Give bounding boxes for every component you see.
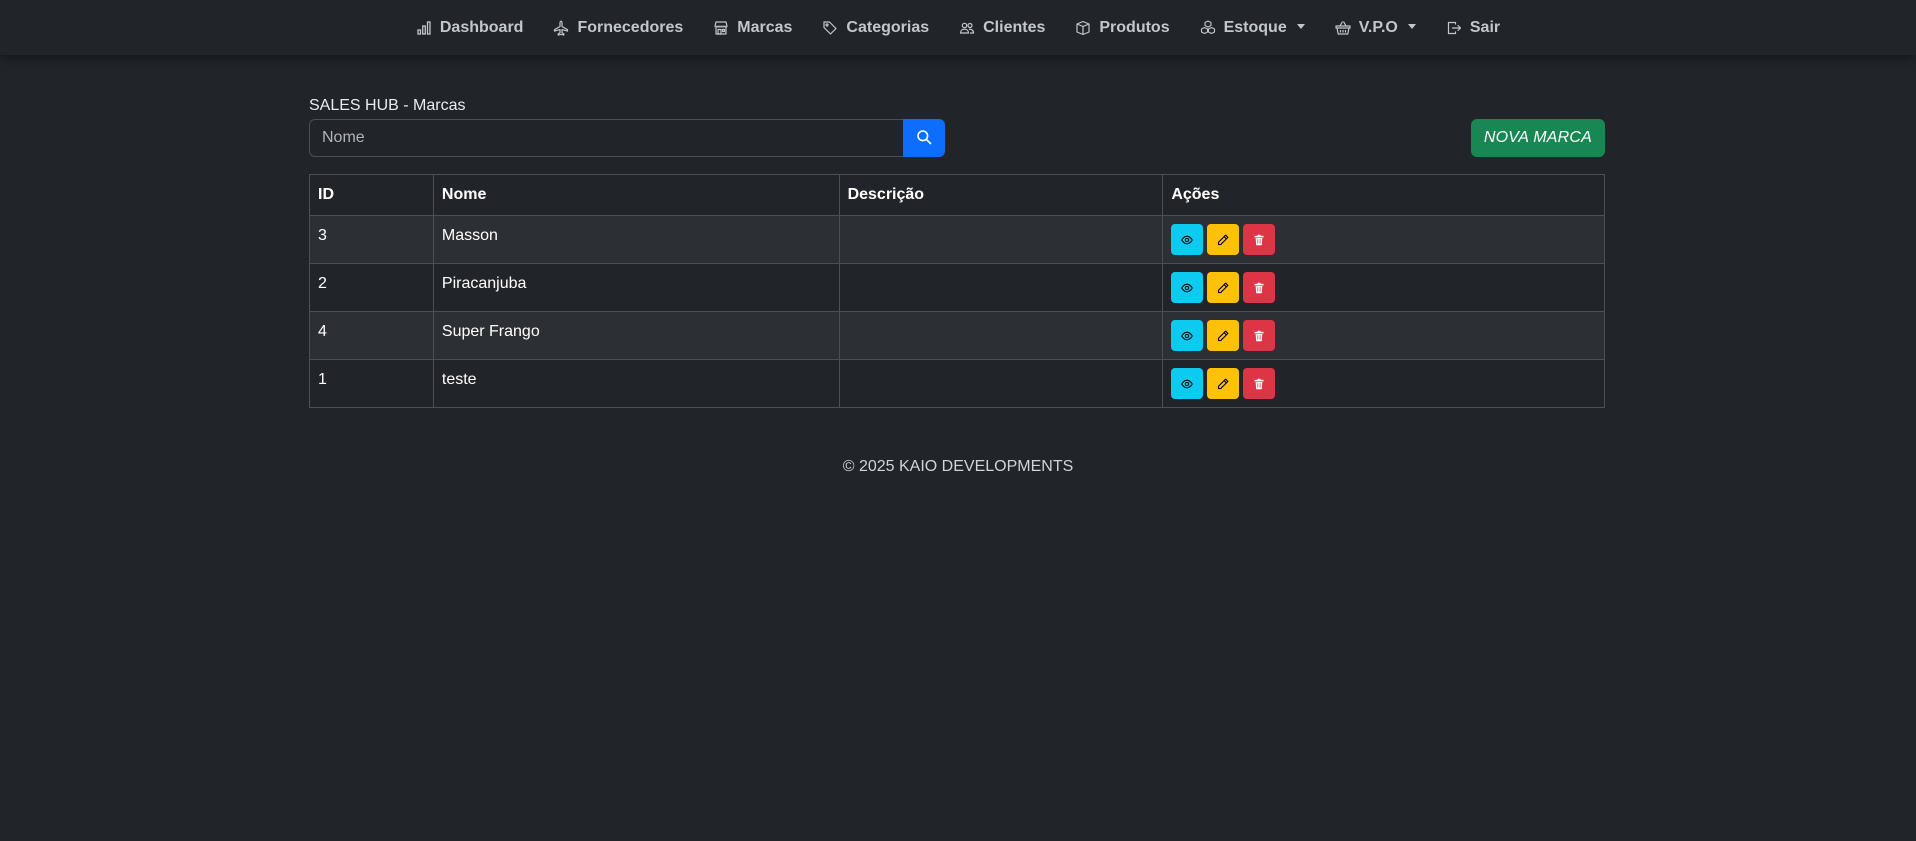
delete-button[interactable] xyxy=(1243,368,1276,399)
trash-icon xyxy=(1253,282,1265,294)
shop-icon xyxy=(713,20,729,36)
cell-actions xyxy=(1162,311,1605,360)
table-header: ID Nome Descrição Ações xyxy=(309,174,1605,216)
eye-icon xyxy=(1181,330,1194,342)
main-content: SALES HUB - Marcas NOVA MARCA ID Nome De… xyxy=(309,95,1605,408)
trash-icon xyxy=(1253,234,1265,246)
basket-icon xyxy=(1335,20,1351,36)
search-button[interactable] xyxy=(903,119,945,157)
nav-item-marcas[interactable]: Marcas xyxy=(698,19,807,37)
footer-copyright: © 2025 KAIO DEVELOPMENTS xyxy=(842,458,1074,475)
cell-id: 3 xyxy=(309,215,434,264)
cell-descricao xyxy=(838,215,1164,264)
nav-label: Categorias xyxy=(846,18,930,36)
edit-button[interactable] xyxy=(1207,272,1240,303)
cell-actions xyxy=(1162,215,1605,264)
nav-label: Dashboard xyxy=(439,18,524,36)
delete-button[interactable] xyxy=(1243,272,1276,303)
nav-label: Fornecedores xyxy=(577,18,684,36)
pencil-icon xyxy=(1217,378,1229,390)
cell-nome: teste xyxy=(432,359,840,408)
page-title: SALES HUB - Marcas xyxy=(309,97,466,114)
cell-id: 2 xyxy=(309,263,434,312)
box-icon xyxy=(1075,20,1091,36)
column-header-id[interactable]: ID xyxy=(309,174,434,216)
cell-actions xyxy=(1162,359,1605,408)
table-row: 1 teste xyxy=(309,359,1605,408)
row-actions xyxy=(1171,272,1596,303)
caret-down-icon xyxy=(1407,24,1416,29)
nav-label: Estoque xyxy=(1223,18,1287,36)
view-button[interactable] xyxy=(1171,368,1204,399)
people-icon xyxy=(959,20,975,36)
edit-button[interactable] xyxy=(1207,224,1240,255)
toolbar: NOVA MARCA xyxy=(309,119,1605,157)
nav-item-clientes[interactable]: Clientes xyxy=(944,19,1060,37)
column-header-acoes: Ações xyxy=(1162,174,1605,216)
caret-down-icon xyxy=(1296,24,1305,29)
cell-descricao xyxy=(838,359,1164,408)
cell-descricao xyxy=(838,311,1164,360)
cell-id: 4 xyxy=(309,311,434,360)
row-actions xyxy=(1171,368,1596,399)
eye-icon xyxy=(1181,282,1194,294)
delete-button[interactable] xyxy=(1243,224,1276,255)
nav-item-categorias[interactable]: Categorias xyxy=(807,19,944,37)
view-button[interactable] xyxy=(1171,272,1204,303)
nav-label: Marcas xyxy=(737,18,793,36)
table-row: 4 Super Frango xyxy=(309,311,1605,360)
search-icon xyxy=(916,129,932,148)
cell-nome: Piracanjuba xyxy=(432,263,840,312)
table-body: 3 Masson 2 Piracanjuba 4 Super Frango 1 … xyxy=(309,215,1605,408)
trash-icon xyxy=(1253,330,1265,342)
cell-actions xyxy=(1162,263,1605,312)
table-row: 3 Masson xyxy=(309,215,1605,264)
nav-item-vpo[interactable]: V.P.O xyxy=(1320,19,1431,37)
nav-label: Clientes xyxy=(983,18,1046,36)
nav-item-fornecedores[interactable]: Fornecedores xyxy=(538,19,698,37)
trash-icon xyxy=(1253,378,1265,390)
edit-button[interactable] xyxy=(1207,320,1240,351)
pencil-icon xyxy=(1217,282,1229,294)
box-arrow-right-icon xyxy=(1446,20,1462,36)
eye-icon xyxy=(1181,234,1194,246)
cell-nome: Masson xyxy=(432,215,840,264)
cell-nome: Super Frango xyxy=(432,311,840,360)
nav-item-estoque[interactable]: Estoque xyxy=(1185,19,1320,37)
nav-list: Dashboard Fornecedores Marcas Categorias… xyxy=(401,19,1515,37)
nav-item-dashboard[interactable]: Dashboard xyxy=(401,19,539,37)
top-navbar: Dashboard Fornecedores Marcas Categorias… xyxy=(0,0,1916,55)
nav-label: V.P.O xyxy=(1358,18,1398,36)
bar-chart-icon xyxy=(416,20,432,36)
nav-item-sair[interactable]: Sair xyxy=(1431,19,1515,37)
tags-icon xyxy=(822,20,838,36)
brands-table: ID Nome Descrição Ações 3 Masson 2 Pirac… xyxy=(309,174,1605,408)
nav-label: Sair xyxy=(1469,18,1501,36)
search-input[interactable] xyxy=(309,119,903,157)
edit-button[interactable] xyxy=(1207,368,1240,399)
row-actions xyxy=(1171,224,1596,255)
nav-label: Produtos xyxy=(1099,18,1170,36)
view-button[interactable] xyxy=(1171,320,1204,351)
pencil-icon xyxy=(1217,234,1229,246)
column-header-descricao[interactable]: Descrição xyxy=(838,174,1164,216)
boxes-icon xyxy=(1200,19,1216,36)
nav-item-produtos[interactable]: Produtos xyxy=(1060,19,1184,37)
view-button[interactable] xyxy=(1171,224,1204,255)
search-group xyxy=(309,119,945,157)
table-row: 2 Piracanjuba xyxy=(309,263,1605,312)
new-brand-button[interactable]: NOVA MARCA xyxy=(1470,119,1605,157)
header-row: ID Nome Descrição Ações xyxy=(309,174,1605,216)
eye-icon xyxy=(1181,378,1194,390)
row-actions xyxy=(1171,320,1596,351)
column-header-nome[interactable]: Nome xyxy=(432,174,840,216)
delete-button[interactable] xyxy=(1243,320,1276,351)
pencil-icon xyxy=(1217,330,1229,342)
airplane-icon xyxy=(553,20,569,36)
cell-descricao xyxy=(838,263,1164,312)
cell-id: 1 xyxy=(309,359,434,408)
